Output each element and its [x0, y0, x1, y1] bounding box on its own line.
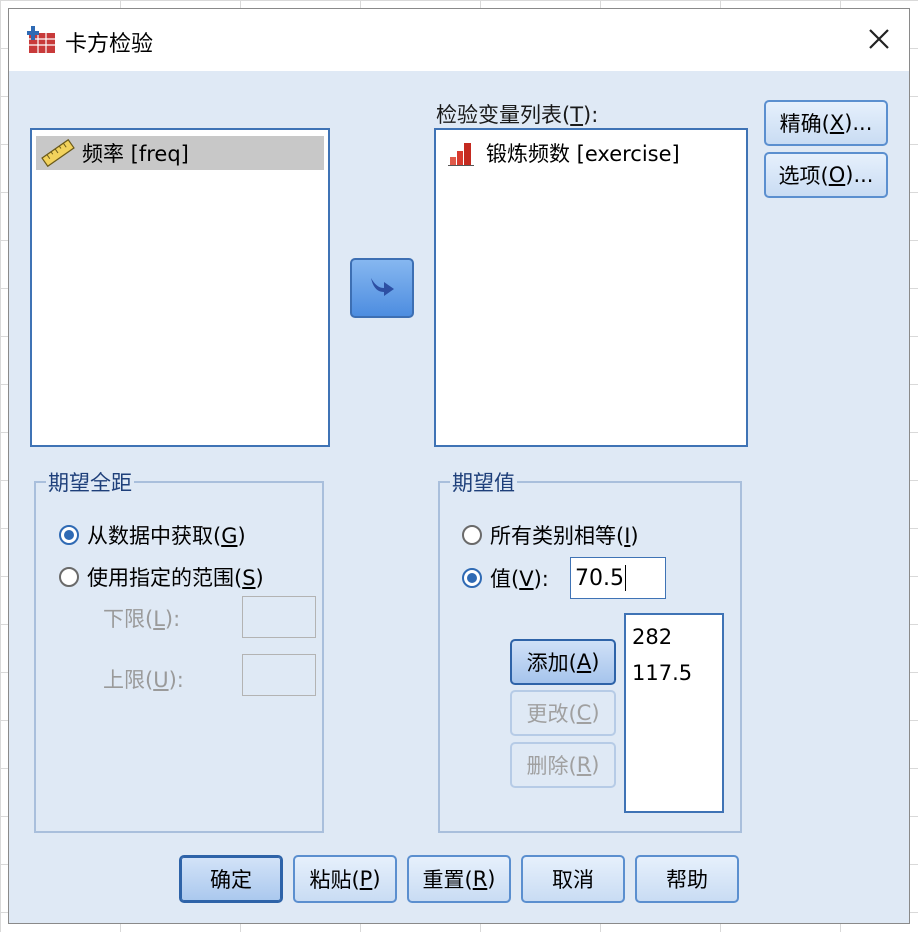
radio-use-specified-range[interactable]: 使用指定的范围(S): [59, 562, 264, 592]
options-button[interactable]: 选项(O)...: [764, 152, 888, 198]
list-item[interactable]: 117.5: [626, 655, 722, 691]
exact-button[interactable]: 精确(X)...: [764, 100, 888, 146]
ruler-scale-icon: [40, 138, 76, 168]
list-item-label: 锻炼频数 [exercise]: [486, 142, 680, 166]
spss-table-icon: [27, 25, 57, 55]
window-title: 卡方检验: [65, 32, 154, 57]
lower-limit-label: 下限(L):: [103, 607, 181, 631]
remove-button[interactable]: 删除(R): [510, 742, 616, 788]
radio-button[interactable]: [462, 525, 482, 545]
title-bar: 卡方检验: [9, 9, 909, 71]
arrow-right-icon: [367, 273, 397, 303]
test-variable-list[interactable]: 锻炼频数 [exercise]: [434, 128, 748, 447]
paste-button[interactable]: 粘贴(P): [293, 855, 397, 903]
radio-all-categories-equal[interactable]: 所有类别相等(I): [462, 520, 639, 550]
radio-values[interactable]: 值(V):: [462, 563, 549, 593]
reset-button[interactable]: 重置(R): [407, 855, 511, 903]
close-icon[interactable]: [863, 23, 895, 55]
group-title: 期望值: [450, 467, 517, 497]
lower-limit-input: [242, 596, 316, 638]
upper-limit-input: [242, 654, 316, 696]
add-button[interactable]: 添加(A): [510, 639, 616, 685]
list-item-label: 频率 [freq]: [82, 142, 189, 166]
help-button[interactable]: 帮助: [635, 855, 739, 903]
text-caret: [624, 565, 626, 591]
test-variable-list-label: 检验变量列表(T):: [436, 103, 599, 127]
ordinal-bar-icon: [444, 139, 480, 167]
list-item[interactable]: 282: [626, 619, 722, 655]
radio-from-data[interactable]: 从数据中获取(G): [59, 520, 246, 550]
radio-button[interactable]: [59, 525, 79, 545]
radio-button[interactable]: [462, 568, 482, 588]
source-variable-list[interactable]: 频率 [freq]: [30, 128, 330, 447]
change-button[interactable]: 更改(C): [510, 690, 616, 736]
list-item[interactable]: 锻炼频数 [exercise]: [440, 136, 742, 170]
upper-limit-label: 上限(U):: [103, 668, 184, 692]
expected-value-list[interactable]: 282 117.5: [624, 613, 724, 813]
expected-value-input[interactable]: 70.5: [570, 557, 666, 599]
group-title: 期望全距: [46, 467, 134, 497]
cancel-button[interactable]: 取消: [521, 855, 625, 903]
chi-square-dialog: 卡方检验 频率 [freq] 检验变量列表(T): 锻炼频数 [exercise…: [8, 8, 910, 924]
radio-button[interactable]: [59, 567, 79, 587]
move-to-test-list-button[interactable]: [350, 258, 414, 318]
list-item[interactable]: 频率 [freq]: [36, 136, 324, 170]
ok-button[interactable]: 确定: [179, 855, 283, 903]
